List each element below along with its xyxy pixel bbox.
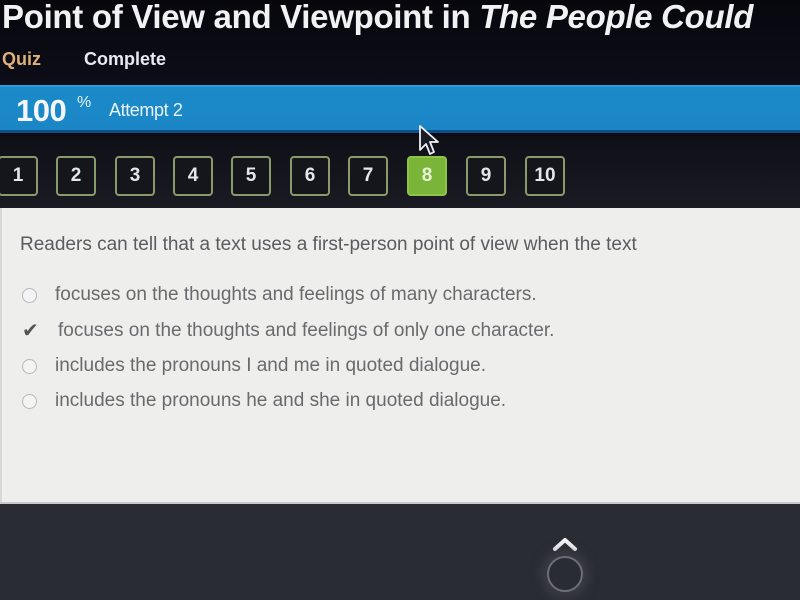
question-button-3[interactable]: 3 bbox=[115, 156, 155, 196]
radio-icon[interactable] bbox=[22, 287, 37, 303]
checkmark-icon: ✔ bbox=[22, 320, 39, 342]
answer-option-2-selected[interactable]: ✔ focuses on the thoughts and feelings o… bbox=[22, 318, 554, 343]
question-button-9[interactable]: 9 bbox=[466, 156, 506, 196]
question-button-2[interactable]: 2 bbox=[56, 156, 96, 196]
radio-icon[interactable] bbox=[22, 358, 37, 374]
attempt-label: Attempt 2 bbox=[109, 100, 183, 120]
answer-text: includes the pronouns he and she in quot… bbox=[55, 390, 507, 411]
score-bar: 100 % Attempt 2 bbox=[0, 85, 800, 133]
question-button-10[interactable]: 10 bbox=[525, 156, 565, 196]
mouse-cursor-icon bbox=[419, 125, 439, 155]
answer-text: focuses on the thoughts and feelings of … bbox=[58, 319, 555, 341]
score-unit: % bbox=[77, 94, 92, 111]
subnav: Quiz Complete bbox=[2, 49, 166, 70]
page-title: Point of View and Viewpoint in The Peopl… bbox=[2, 0, 753, 36]
scroll-ring-icon[interactable] bbox=[547, 556, 583, 592]
footer bbox=[0, 502, 800, 600]
question-button-4[interactable]: 4 bbox=[173, 156, 213, 196]
quiz-label: Quiz bbox=[2, 49, 41, 69]
question-button-7[interactable]: 7 bbox=[348, 156, 388, 196]
header: Point of View and Viewpoint in The Peopl… bbox=[0, 0, 800, 84]
question-button-6[interactable]: 6 bbox=[290, 156, 330, 196]
question-panel: Readers can tell that a text uses a firs… bbox=[0, 208, 800, 502]
status-label: Complete bbox=[84, 49, 167, 69]
answer-option-4[interactable]: includes the pronouns he and she in quot… bbox=[22, 390, 506, 412]
chevron-up-icon[interactable] bbox=[551, 536, 579, 552]
question-prompt: Readers can tell that a text uses a firs… bbox=[20, 234, 637, 255]
question-button-8-active[interactable]: 8 bbox=[407, 156, 447, 196]
question-button-1[interactable]: 1 bbox=[0, 156, 38, 196]
answer-option-3[interactable]: includes the pronouns I and me in quoted… bbox=[22, 355, 486, 377]
radio-icon[interactable] bbox=[22, 393, 37, 409]
answer-text: focuses on the thoughts and feelings of … bbox=[55, 284, 537, 305]
question-button-5[interactable]: 5 bbox=[231, 156, 271, 196]
answer-option-1[interactable]: focuses on the thoughts and feelings of … bbox=[22, 284, 537, 306]
score-value: 100 bbox=[16, 93, 67, 128]
title-italic-text: The People Could bbox=[479, 0, 754, 35]
question-nav: 1 2 3 4 5 6 7 8 9 10 bbox=[0, 136, 800, 208]
title-text: Point of View and Viewpoint in bbox=[2, 0, 480, 35]
answer-text: includes the pronouns I and me in quoted… bbox=[55, 355, 486, 376]
